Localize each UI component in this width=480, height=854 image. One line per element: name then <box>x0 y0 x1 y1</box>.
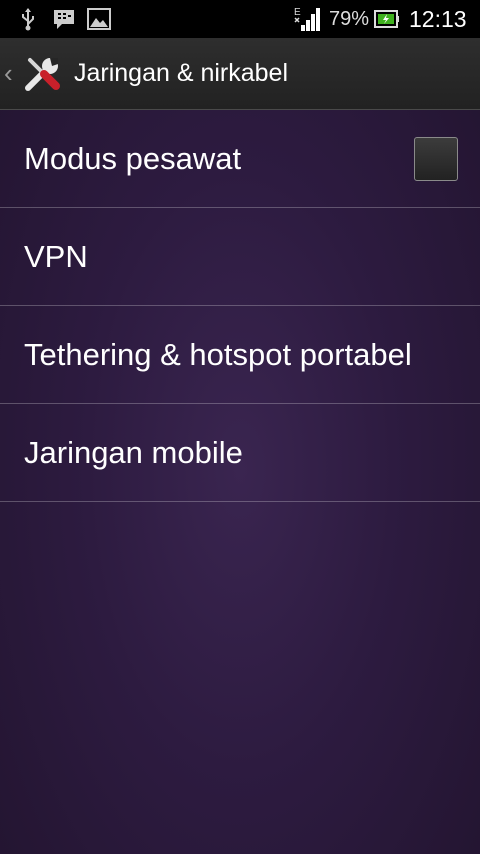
page-title: Jaringan & nirkabel <box>74 59 289 87</box>
list-item-label: Modus pesawat <box>24 141 242 176</box>
gallery-icon <box>86 0 112 38</box>
clock: 12:13 <box>409 6 467 32</box>
list-item-airplane-mode[interactable]: Modus pesawat <box>0 110 480 208</box>
action-bar: ‹ Jaringan & nirkabel <box>0 38 480 110</box>
network-type-label: E <box>294 7 301 18</box>
list-item-label: VPN <box>24 239 88 274</box>
list-item-label: Jaringan mobile <box>24 435 243 470</box>
battery-charging-icon <box>374 0 400 38</box>
list-item-vpn[interactable]: VPN <box>0 208 480 306</box>
battery-percent: 79% <box>329 8 370 30</box>
bbm-icon <box>50 0 78 38</box>
chevron-left-icon[interactable]: ‹ <box>4 38 13 109</box>
list-item-mobile-network[interactable]: Jaringan mobile <box>0 404 480 502</box>
list-item-label: Tethering & hotspot portabel <box>24 337 412 372</box>
status-bar: E 79% 12:13 <box>0 0 480 38</box>
settings-list: Modus pesawat VPN Tethering & hotspot po… <box>0 110 480 502</box>
tools-icon[interactable] <box>22 54 62 94</box>
list-item-tethering-hotspot[interactable]: Tethering & hotspot portabel <box>0 306 480 404</box>
usb-icon <box>14 0 42 38</box>
airplane-mode-checkbox[interactable] <box>414 137 458 181</box>
signal-e-icon: E <box>292 0 322 38</box>
